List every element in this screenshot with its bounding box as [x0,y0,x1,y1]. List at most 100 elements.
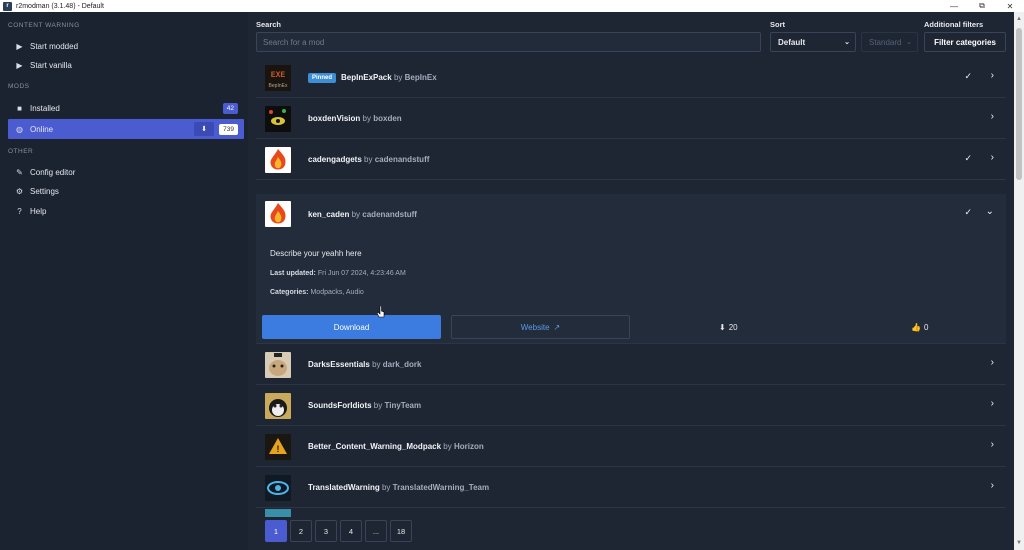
mod-thumbnail [265,474,291,501]
sort-label: Sort [770,20,785,29]
installed-check-icon: ✓ [964,207,972,217]
downloads-value: 20 [728,322,738,332]
page-button[interactable]: 4 [340,520,362,542]
page-button[interactable]: 18 [390,520,412,542]
mod-row-soundsforidiots[interactable]: SoundsForIdiots by TinyTeam › [256,386,1006,426]
sidebar-item-label: Help [30,206,47,216]
mod-name: DarksEssentials [308,360,370,369]
mod-row-darksessentials[interactable]: DarksEssentials by dark_dork › [256,345,1006,385]
likes-value: 0 [923,322,929,332]
categories-label: Categories: [270,289,309,296]
website-button[interactable]: Website ↗ [451,315,630,339]
sort-select[interactable]: Default ⌄ [770,32,856,52]
mod-by: by [362,114,371,123]
categories-value: Modpacks, Audio [310,289,364,296]
close-button[interactable]: ✕ [996,0,1024,12]
sidebar-item-start-modded[interactable]: ▶ Start modded [8,36,244,56]
mod-by: by [381,483,391,492]
online-count-badge: 739 [219,124,238,135]
window-titlebar: r r2modman (3.1.48) - Default — ⧉ ✕ [0,0,1024,12]
mod-row-translatedwarning[interactable]: TranslatedWarning by TranslatedWarning_T… [256,468,1006,508]
download-button[interactable]: Download [262,315,441,339]
download-icon: ⬇ [719,322,726,332]
sidebar-item-config-editor[interactable]: ✎ Config editor [8,162,244,182]
sidebar-item-label: Config editor [30,167,76,177]
page-ellipsis: ... [365,520,387,542]
mod-author: Horizon [453,442,484,451]
mod-name: BepInExPack [341,72,392,82]
sidebar-item-label: Settings [30,186,59,196]
mod-author: cadenandstuff [374,155,430,164]
chevron-down-icon[interactable]: ⌄ [986,206,994,217]
last-updated: Last updated: Fri Jun 07 2024, 4:23:46 A… [270,270,406,277]
section-mods: MODS [8,83,30,90]
chevron-right-icon[interactable]: › [991,70,994,81]
additional-filters-label: Additional filters [924,20,984,29]
globe-icon: ◍ [16,124,23,134]
mod-name: boxdenVision [308,114,361,123]
filter-categories-button[interactable]: Filter categories [924,32,1006,52]
mod-by: by [443,442,452,451]
sidebar-item-label: Start modded [30,41,79,51]
sort-value: Default [778,37,806,47]
mod-author: BepInEx [404,72,437,82]
chevron-right-icon[interactable]: › [991,398,994,409]
chevron-right-icon[interactable]: › [991,357,994,368]
order-value: Standard [869,37,902,47]
mod-author: boxden [373,114,402,123]
mod-row-better-content-warning-modpack[interactable]: ! Better_Content_Warning_Modpack by Hori… [256,427,1006,467]
mod-author: TinyTeam [384,401,422,410]
chevron-down-icon: ⌄ [844,39,850,46]
section-content-warning: CONTENT WARNING [8,22,80,29]
mod-thumbnail [265,201,291,227]
external-link-icon: ↗ [553,322,561,332]
likes-count[interactable]: 👍 0 [911,315,928,339]
mod-by: by [372,360,381,369]
main-content: Search Sort Default ⌄ Standard ⌄ Additio… [248,12,1014,550]
chevron-right-icon[interactable]: › [991,111,994,122]
thumbs-up-icon: 👍 [911,322,921,332]
chevron-right-icon[interactable]: › [991,439,994,450]
mod-by: by [393,72,403,82]
mod-name: SoundsForIdiots [308,401,372,410]
app-logo-icon: r [3,1,12,11]
sidebar-item-settings[interactable]: ⚙ Settings [8,181,244,201]
sidebar-item-online[interactable]: ◍ Online ⬇ 739 [8,119,244,139]
mod-thumbnail [265,351,291,378]
installed-check-icon: ✓ [964,153,972,163]
scrollbar[interactable]: ▲ ▼ [1014,12,1024,550]
mod-name: TranslatedWarning [308,483,380,492]
mod-by: by [351,209,361,219]
chevron-right-icon[interactable]: › [991,480,994,491]
website-label: Website [520,322,550,332]
mod-row-cadengadgets[interactable]: cadengadgets by cadenandstuff ✓ › [256,140,1006,180]
minimize-button[interactable]: — [940,0,968,12]
svg-text:!: ! [277,444,280,454]
scroll-down-icon[interactable]: ▼ [1014,538,1024,548]
mod-row-boxdenvision[interactable]: boxdenVision by boxden › [256,99,1006,139]
installed-count-badge: 42 [222,103,238,114]
scroll-up-icon[interactable]: ▲ [1014,14,1024,24]
sidebar-item-start-vanilla[interactable]: ▶ Start vanilla [8,55,244,75]
sidebar-item-installed[interactable]: ■ Installed 42 [8,98,244,118]
download-all-icon[interactable]: ⬇ [194,122,214,136]
page-button[interactable]: 1 [265,520,287,542]
mod-thumbnail: ! [265,433,291,460]
mod-by: by [364,155,373,164]
restore-button[interactable]: ⧉ [968,0,996,12]
chevron-right-icon[interactable]: › [991,152,994,163]
last-updated-value: Fri Jun 07 2024, 4:23:46 AM [317,270,406,277]
downloads-count: ⬇ 20 [719,315,738,339]
edit-icon: ✎ [16,167,23,177]
mod-row-bepinexpack[interactable]: EXE BepInEx Pinned BepInExPack by BepInEx … [256,58,1006,98]
page-button[interactable]: 2 [290,520,312,542]
mod-by: by [373,401,383,410]
search-input[interactable] [256,32,761,52]
scrollbar-thumb[interactable] [1016,28,1022,180]
mod-thumbnail: EXE BepInEx [265,64,291,91]
sidebar-item-label: Online [30,124,54,134]
page-button[interactable]: 3 [315,520,337,542]
mod-row-ken-caden[interactable]: ken_caden by cadenandstuff ✓ ⌄ [256,194,1006,234]
sidebar-item-help[interactable]: ? Help [8,201,244,221]
mod-author: cadenandstuff [362,209,417,219]
